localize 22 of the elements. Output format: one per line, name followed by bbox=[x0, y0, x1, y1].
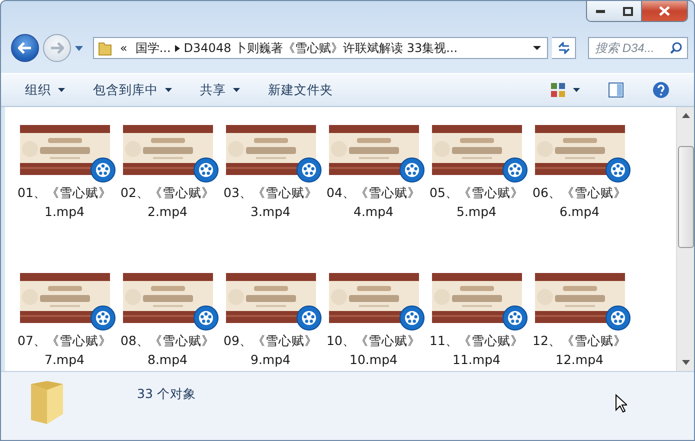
file-name[interactable]: 02、《雪心赋》 2.mp4 bbox=[120, 183, 214, 221]
file-name[interactable]: 07、《雪心赋》 7.mp4 bbox=[18, 331, 112, 369]
file-name[interactable]: 01、《雪心赋》 1.mp4 bbox=[18, 183, 112, 221]
toolbar-button[interactable]: 包含到库中 bbox=[81, 78, 184, 102]
file-name[interactable]: 03、《雪心赋》 3.mp4 bbox=[224, 183, 318, 221]
address-bar[interactable]: « 国学... D34048 卜则巍著《雪心赋》许联斌解读 33集视... bbox=[93, 37, 548, 59]
overflow-chevron[interactable]: « bbox=[116, 41, 132, 55]
toolbar-button[interactable]: 组织 bbox=[13, 78, 77, 102]
file-name[interactable]: 08、《雪心赋》 8.mp4 bbox=[120, 331, 214, 369]
file-name[interactable]: 05、《雪心赋》 5.mp4 bbox=[430, 183, 524, 221]
breadcrumb[interactable]: 国学... bbox=[131, 40, 175, 56]
breadcrumb[interactable]: D34048 卜则巍著《雪心赋》许联斌解读 33集视... bbox=[180, 40, 462, 56]
file-name[interactable]: 10、《雪心赋》 10.mp4 bbox=[326, 331, 420, 369]
item-count: 33 个对象 bbox=[137, 386, 196, 403]
file-name[interactable]: 06、《雪心赋》 6.mp4 bbox=[532, 183, 626, 221]
file-name[interactable]: 12、《雪心赋》 12.mp4 bbox=[532, 331, 626, 369]
file-name[interactable]: 09、《雪心赋》 9.mp4 bbox=[224, 331, 318, 369]
file-name[interactable]: 11、《雪心赋》 11.mp4 bbox=[430, 331, 524, 369]
file-name[interactable]: 04、《雪心赋》 4.mp4 bbox=[326, 183, 420, 221]
toolbar-button[interactable]: 共享 bbox=[188, 78, 252, 102]
search-field[interactable]: 搜索 D34... bbox=[588, 37, 688, 59]
toolbar-button[interactable]: 新建文件夹 bbox=[256, 78, 345, 102]
